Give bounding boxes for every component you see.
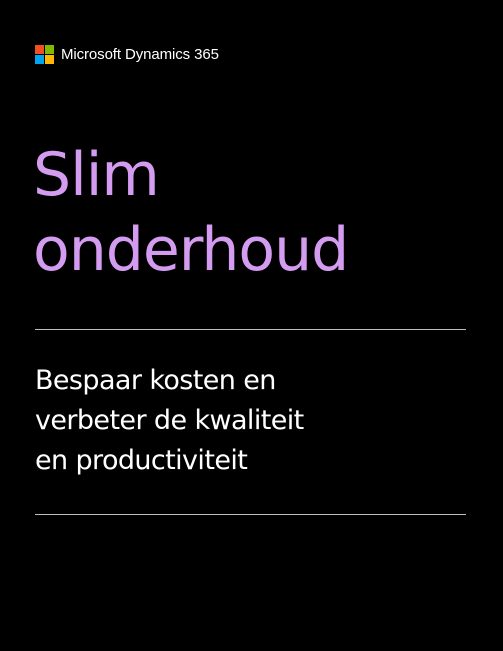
logo-red-square [35, 44, 44, 54]
subtitle-line: en productiviteit [35, 445, 248, 476]
page-title: Slim onderhoud [33, 138, 349, 288]
subtitle-line: verbeter de kwaliteit [35, 405, 304, 436]
logo-blue-square [35, 54, 44, 64]
title-line: Slim [33, 140, 160, 210]
divider-top [35, 329, 466, 330]
divider-bottom [35, 514, 466, 515]
microsoft-logo-icon [35, 44, 54, 64]
subtitle-line: Bespaar kosten en [35, 365, 276, 396]
title-line: onderhoud [33, 215, 349, 285]
logo-yellow-square [45, 54, 54, 64]
brand-name: Microsoft Dynamics 365 [61, 45, 219, 63]
page-subtitle: Bespaar kosten en verbeter de kwaliteit … [35, 361, 304, 481]
cover-page: Microsoft Dynamics 365 Slim onderhoud Be… [0, 0, 503, 651]
logo-green-square [45, 44, 54, 54]
brand-header: Microsoft Dynamics 365 [35, 44, 219, 64]
